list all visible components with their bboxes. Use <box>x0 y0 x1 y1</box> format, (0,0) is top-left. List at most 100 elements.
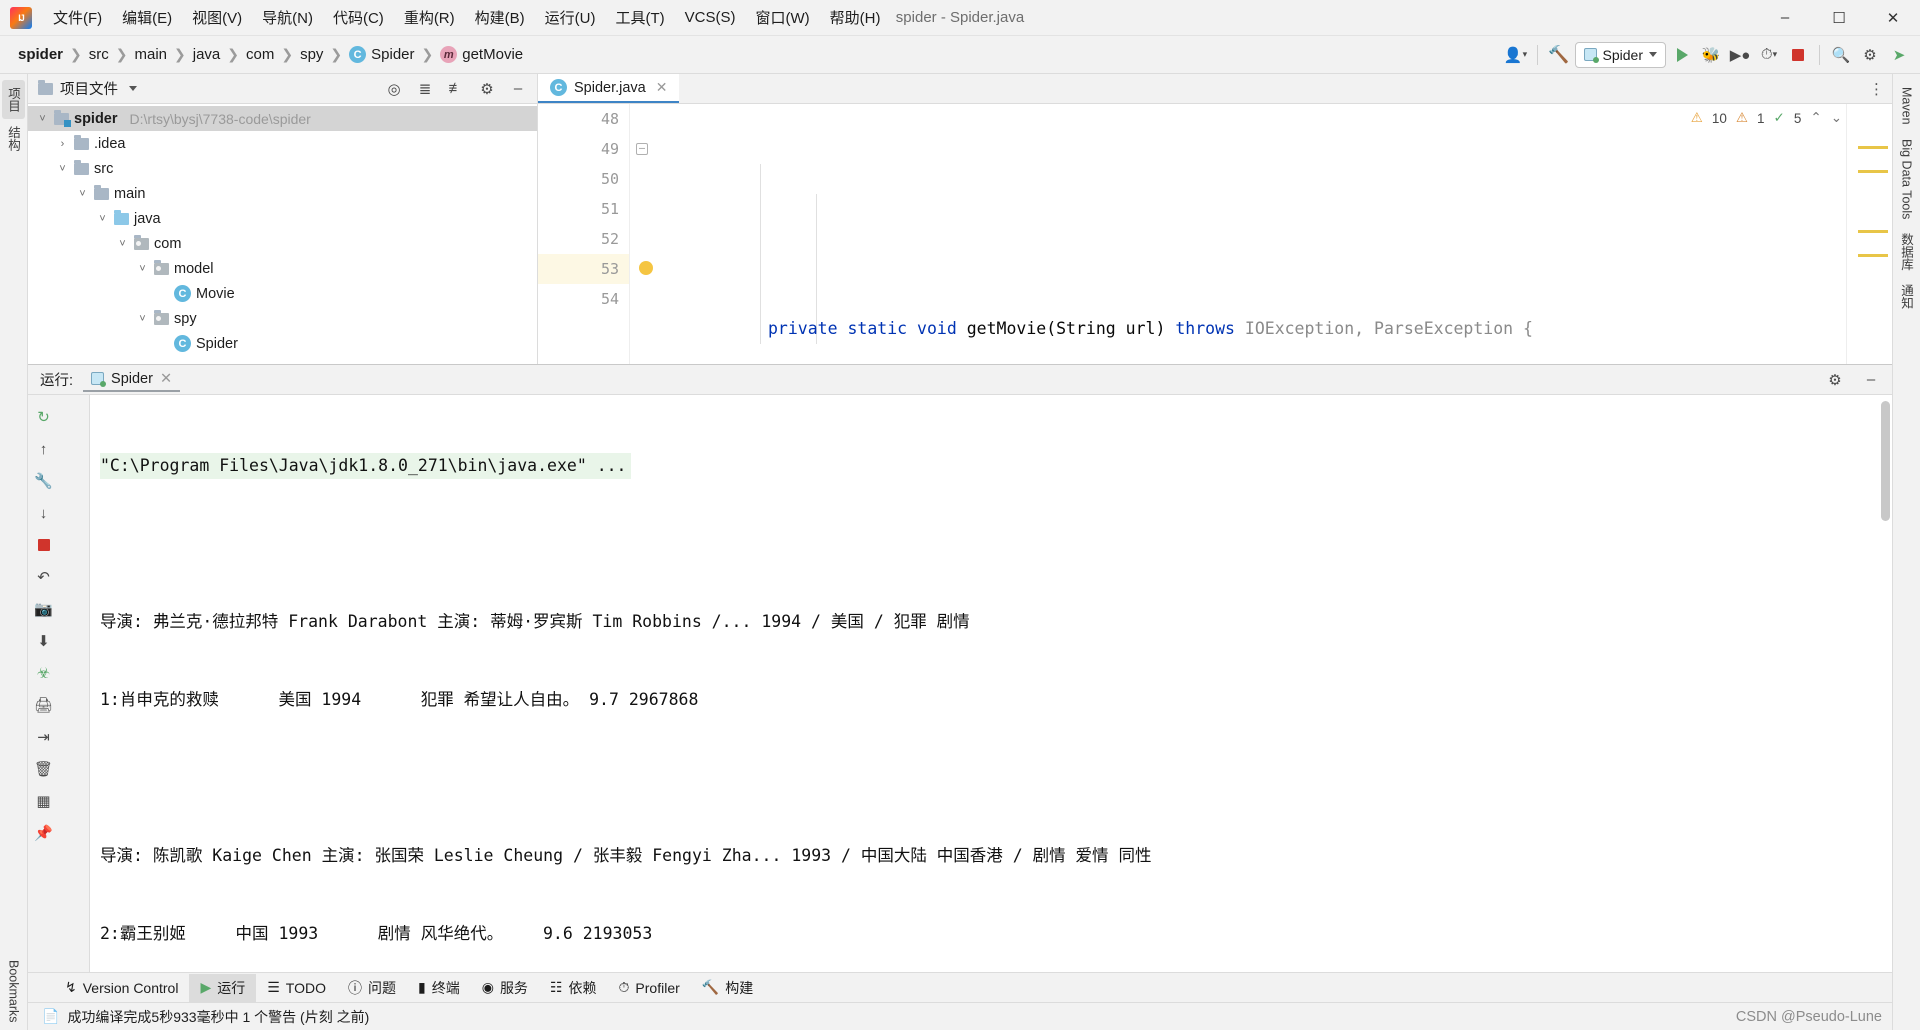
chevron-down-icon[interactable] <box>129 86 137 91</box>
editor-gutter[interactable]: 48 49 – 50 51 52 53 54 <box>538 104 653 364</box>
account-icon[interactable]: 👤 ▾ <box>1503 42 1529 68</box>
warning-marker[interactable] <box>1858 230 1888 233</box>
run-tab-spider[interactable]: Spider ✕ <box>83 368 181 392</box>
warning-marker[interactable] <box>1858 254 1888 257</box>
hide-panel-icon[interactable]: – <box>1858 367 1884 393</box>
tree-item-src[interactable]: ˅ src <box>28 156 537 181</box>
menu-item-help[interactable]: 帮助(H) <box>821 3 890 32</box>
import-icon[interactable]: ⇥ <box>28 721 59 753</box>
profile-icon[interactable]: ⏱ ▾ <box>1756 42 1782 68</box>
menu-item-run[interactable]: 运行(U) <box>536 3 605 32</box>
search-icon[interactable]: 🔍 <box>1828 42 1854 68</box>
breadcrumb-item-java[interactable]: java <box>189 44 225 65</box>
chevron-down-icon[interactable]: ˅ <box>76 188 89 200</box>
menu-item-vcs[interactable]: VCS(S) <box>676 5 745 30</box>
menu-item-navigate[interactable]: 导航(N) <box>253 3 322 32</box>
close-icon[interactable]: ✕ <box>160 371 172 387</box>
chevron-up-icon[interactable]: ⌃ <box>1810 110 1821 126</box>
breadcrumb-item-spy[interactable]: spy <box>296 44 327 65</box>
close-icon[interactable]: ✕ <box>656 79 668 96</box>
kill-process-icon[interactable]: ☣ <box>28 657 59 689</box>
menu-item-code[interactable]: 代码(C) <box>324 3 393 32</box>
chevron-down-icon[interactable]: ˅ <box>136 313 149 325</box>
menu-item-tools[interactable]: 工具(T) <box>606 3 673 32</box>
tree-item-spy[interactable]: ˅ spy <box>28 306 537 331</box>
tree-item-model[interactable]: ˅ model <box>28 256 537 281</box>
console-scrollbar[interactable] <box>1881 401 1890 521</box>
chevron-down-icon[interactable]: ⌄ <box>1831 110 1842 126</box>
sidebar-item-bookmarks[interactable]: Bookmarks <box>5 953 23 1030</box>
sidebar-item-project[interactable]: 项目 <box>2 80 25 119</box>
inspection-gutter[interactable] <box>1846 104 1892 364</box>
warning-marker[interactable] <box>1858 146 1888 149</box>
breadcrumb-item-src[interactable]: src <box>85 44 113 65</box>
stop-icon[interactable] <box>28 529 59 561</box>
sidebar-item-structure[interactable]: 结构 <box>2 119 25 158</box>
run-icon[interactable] <box>1669 42 1695 68</box>
breadcrumb-item-class[interactable]: C Spider <box>345 44 418 65</box>
updates-icon[interactable]: ➤ <box>1886 42 1912 68</box>
chevron-down-icon[interactable]: ˅ <box>136 263 149 275</box>
sidebar-item-maven[interactable]: Maven <box>1898 80 1916 132</box>
print-icon[interactable]: 🖨 <box>28 689 59 721</box>
editor-body[interactable]: 48 49 – 50 51 52 53 54 private static vo… <box>538 104 1892 364</box>
coverage-icon[interactable]: ▶● <box>1727 42 1753 68</box>
maximize-button[interactable]: ☐ <box>1812 0 1866 36</box>
close-button[interactable]: ✕ <box>1866 0 1920 36</box>
tool-window-todo[interactable]: ☰ TODO <box>256 975 337 1000</box>
trash-icon[interactable]: 🗑 <box>28 753 59 785</box>
chevron-down-icon[interactable]: ˅ <box>96 213 109 225</box>
menu-item-file[interactable]: 文件(F) <box>44 3 111 32</box>
scroll-up-icon[interactable]: ↑ <box>28 433 59 465</box>
console-output[interactable]: "C:\Program Files\Java\jdk1.8.0_271\bin\… <box>90 395 1892 972</box>
menu-item-refactor[interactable]: 重构(R) <box>395 3 464 32</box>
warning-marker[interactable] <box>1858 170 1888 173</box>
tree-item-main[interactable]: ˅ main <box>28 181 537 206</box>
rerun-icon[interactable]: ↻ <box>28 401 59 433</box>
editor-tab-spider-java[interactable]: C Spider.java ✕ <box>538 74 680 103</box>
chevron-down-icon[interactable]: ˅ <box>36 113 49 125</box>
pin-icon[interactable]: 📌 <box>28 817 59 849</box>
run-configuration-selector[interactable]: Spider <box>1574 41 1666 68</box>
tree-item-spider-class[interactable]: C Spider <box>28 331 537 356</box>
collapse-all-icon[interactable]: ≢ <box>443 76 469 102</box>
sidebar-item-database[interactable]: 数据库 <box>1895 226 1918 278</box>
editor-tab-options[interactable]: ⋮ <box>1869 74 1892 103</box>
scroll-down-icon[interactable]: ↓ <box>28 497 59 529</box>
tree-item-movie[interactable]: C Movie <box>28 281 537 306</box>
gear-icon[interactable]: ⚙ <box>1857 42 1883 68</box>
inspection-status[interactable]: ⚠ 10 ⚠ 1 ✓ 5 ⌃ ⌄ <box>1691 110 1842 126</box>
camera-icon[interactable]: 📷 <box>28 593 59 625</box>
breadcrumb-item-spider[interactable]: spider <box>14 44 67 65</box>
wrench-icon[interactable]: 🔧 <box>28 465 59 497</box>
hammer-icon[interactable]: 🔨 <box>1546 42 1572 68</box>
sidebar-item-big-data-tools[interactable]: Big Data Tools <box>1898 132 1916 226</box>
tool-window-run[interactable]: ▶ 运行 <box>189 973 257 1002</box>
debug-icon[interactable]: 🐝 <box>1698 42 1724 68</box>
breadcrumb-item-main[interactable]: main <box>130 44 171 65</box>
tool-window-terminal[interactable]: ▮ 终端 <box>407 974 471 1002</box>
breadcrumb-item-method[interactable]: m getMovie <box>436 44 527 65</box>
menu-item-edit[interactable]: 编辑(E) <box>113 3 181 32</box>
expand-all-icon[interactable]: ≣ <box>412 76 438 102</box>
grid-icon[interactable]: ▦ <box>28 785 59 817</box>
menu-item-build[interactable]: 构建(B) <box>466 3 534 32</box>
sidebar-item-notifications[interactable]: 通知 <box>1895 277 1918 316</box>
tree-item-idea[interactable]: › .idea <box>28 131 537 156</box>
tool-window-services[interactable]: ◉ 服务 <box>471 974 539 1002</box>
tool-window-dependencies[interactable]: ☷ 依赖 <box>539 974 608 1002</box>
tool-window-build[interactable]: 🔨 构建 <box>691 974 764 1002</box>
tool-window-problems[interactable]: ⓘ 问题 <box>337 974 407 1002</box>
minimize-button[interactable]: – <box>1758 0 1812 36</box>
tree-item-java[interactable]: ˅ java <box>28 206 537 231</box>
export-icon[interactable]: ⬇ <box>28 625 59 657</box>
tool-window-profiler[interactable]: ⏱ Profiler <box>608 975 691 1000</box>
menu-item-view[interactable]: 视图(V) <box>183 3 251 32</box>
soft-wrap-icon[interactable]: ↶ <box>28 561 59 593</box>
tree-item-spider[interactable]: ˅ spider D:\rtsy\bysj\7738-code\spider <box>28 106 537 131</box>
chevron-right-icon[interactable]: › <box>56 138 69 150</box>
menu-item-window[interactable]: 窗口(W) <box>746 3 818 32</box>
locate-file-icon[interactable]: ◎ <box>381 76 407 102</box>
code-content[interactable]: private static void getMovie(String url)… <box>630 104 1892 364</box>
chevron-down-icon[interactable]: ˅ <box>56 163 69 175</box>
